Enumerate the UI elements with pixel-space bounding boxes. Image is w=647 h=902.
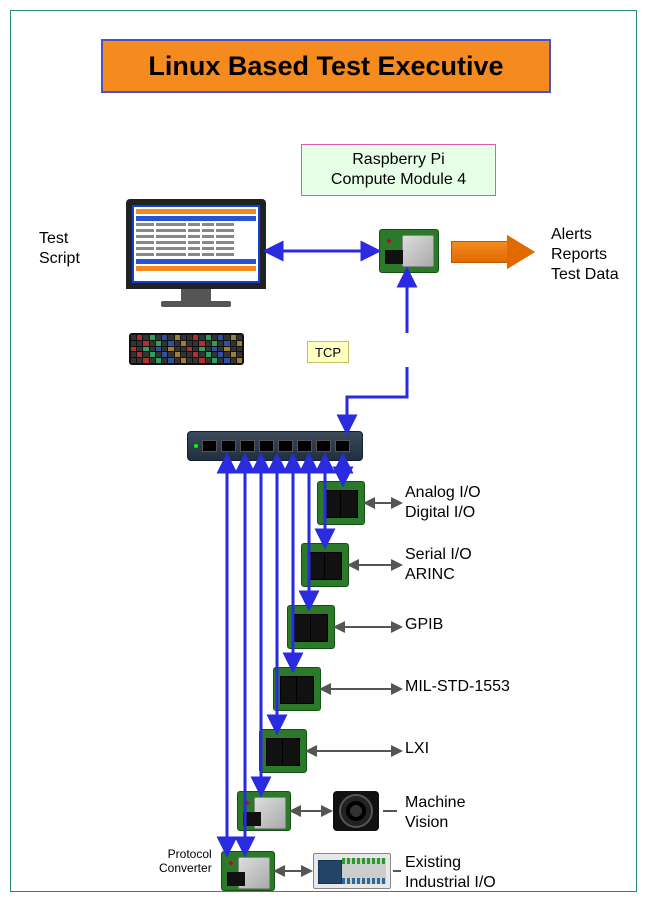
module-machine-vision-board-icon [237,791,291,831]
camera-icon [333,791,379,831]
output-arrow-icon [451,235,541,269]
monitor-icon [126,199,266,309]
module-mil-std-1553-icon [273,667,321,711]
industrial-io-device-icon [313,853,391,889]
module-serial-arinc-icon [301,543,349,587]
module-lxi-label: LXI [405,739,429,759]
diagram-frame: Linux Based Test Executive Raspberry Pi … [10,10,637,892]
tcp-label-box: TCP [307,341,349,363]
keyboard-icon [129,333,244,365]
title-banner: Linux Based Test Executive [101,39,551,93]
module-lxi-icon [259,729,307,773]
test-script-label: Test Script [39,229,80,269]
module-gpib-icon [287,605,335,649]
title-text: Linux Based Test Executive [148,51,503,82]
outputs-label: Alerts Reports Test Data [551,225,619,285]
protocol-converter-label: Protocol Converter [159,847,212,875]
module-analog-digital-io-icon [317,481,365,525]
tcp-label-text: TCP [315,345,341,360]
network-switch-icon [187,431,363,461]
raspberry-pi-callout-box: Raspberry Pi Compute Module 4 [301,144,496,196]
module-machine-vision-label: Machine Vision [405,793,465,833]
module-mil-std-1553-label: MIL-STD-1553 [405,677,510,697]
module-analog-digital-io-label: Analog I/O Digital I/O [405,483,481,523]
module-industrial-io-label: Existing Industrial I/O [405,853,496,893]
raspberry-pi-cm4-icon [379,229,439,273]
raspberry-pi-callout-text: Raspberry Pi Compute Module 4 [331,150,466,190]
module-protocol-converter-board-icon [221,851,275,891]
module-serial-arinc-label: Serial I/O ARINC [405,545,472,585]
module-gpib-label: GPIB [405,615,443,635]
